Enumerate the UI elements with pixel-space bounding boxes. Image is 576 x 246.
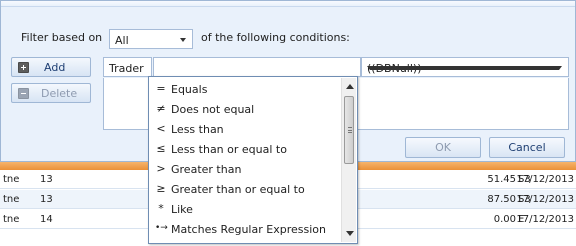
option-label: Less than or equal to <box>171 143 287 156</box>
option-label: Matches Regular Expression <box>171 223 326 236</box>
delete-condition-button[interactable]: Delete <box>11 83 91 103</box>
grip-icon <box>348 127 352 133</box>
scroll-up-icon[interactable] <box>346 84 354 89</box>
operator-option-less-or-equal[interactable]: ≤ Less than or equal to <box>149 139 341 159</box>
option-label: Like <box>171 203 193 216</box>
operator-cell[interactable] <box>153 57 413 77</box>
operator-option-greater-than[interactable]: > Greater than <box>149 159 341 179</box>
cell-id: 13 <box>40 194 53 205</box>
operator-option-regex[interactable]: •→ Matches Regular Expression <box>149 219 341 239</box>
regex-icon: •→ <box>155 223 168 233</box>
less-than-icon: < <box>156 122 166 135</box>
scroll-down-icon[interactable] <box>346 231 354 236</box>
dropdown-scrollbar[interactable] <box>341 78 356 242</box>
option-label: Does not equal <box>171 103 255 116</box>
option-label: Greater than <box>171 163 242 176</box>
cell-name: tne <box>3 174 20 185</box>
chevron-down-icon <box>367 66 562 70</box>
cell-name: tne <box>3 214 20 225</box>
scope-combo[interactable]: All <box>109 29 193 49</box>
not-equal-icon: ≠ <box>156 102 166 115</box>
operator-option-greater-or-equal[interactable]: ≥ Greater than or equal to <box>149 179 341 199</box>
operator-dropdown-list: = Equals ≠ Does not equal < Less than ≤ … <box>148 76 358 244</box>
filter-based-on-label: Filter based on <box>21 31 103 44</box>
scope-combo-value: All <box>115 34 129 47</box>
scrollbar-thumb[interactable] <box>344 96 354 164</box>
ok-button[interactable]: OK <box>405 137 481 158</box>
cell-date: 17/12/2013 <box>516 214 574 225</box>
condition-row: Trader ((DBNull)) <box>103 57 569 77</box>
cell-name: tne <box>3 194 20 205</box>
minus-icon <box>18 88 29 99</box>
conditions-label: of the following conditions: <box>201 31 350 44</box>
asterisk-icon: * <box>158 202 164 215</box>
operator-option-equals[interactable]: = Equals <box>149 79 341 99</box>
operator-option-less-than[interactable]: < Less than <box>149 119 341 139</box>
cell-date: 17/12/2013 <box>516 174 574 185</box>
cell-date: 17/12/2013 <box>516 194 574 205</box>
panel-top-edge <box>1 1 575 7</box>
cell-id: 14 <box>40 214 53 225</box>
add-button-label: Add <box>44 61 66 74</box>
plus-icon <box>18 62 29 73</box>
option-label: Less than <box>171 123 224 136</box>
greater-than-icon: > <box>156 162 166 175</box>
field-cell[interactable]: Trader <box>103 57 152 77</box>
cancel-button[interactable]: Cancel <box>489 137 565 158</box>
equals-icon: = <box>156 82 166 95</box>
option-label: Equals <box>171 83 208 96</box>
value-cell[interactable]: ((DBNull)) <box>361 57 569 77</box>
delete-button-label: Delete <box>41 87 78 100</box>
operator-option-like[interactable]: * Like <box>149 199 341 219</box>
field-cell-value: Trader <box>109 62 144 75</box>
greater-or-equal-icon: ≥ <box>156 182 166 195</box>
less-or-equal-icon: ≤ <box>156 142 166 155</box>
add-condition-button[interactable]: Add <box>11 57 91 77</box>
cell-id: 13 <box>40 174 53 185</box>
option-label: Greater than or equal to <box>171 183 305 196</box>
chevron-down-icon <box>180 38 186 42</box>
operator-option-not-equal[interactable]: ≠ Does not equal <box>149 99 341 119</box>
